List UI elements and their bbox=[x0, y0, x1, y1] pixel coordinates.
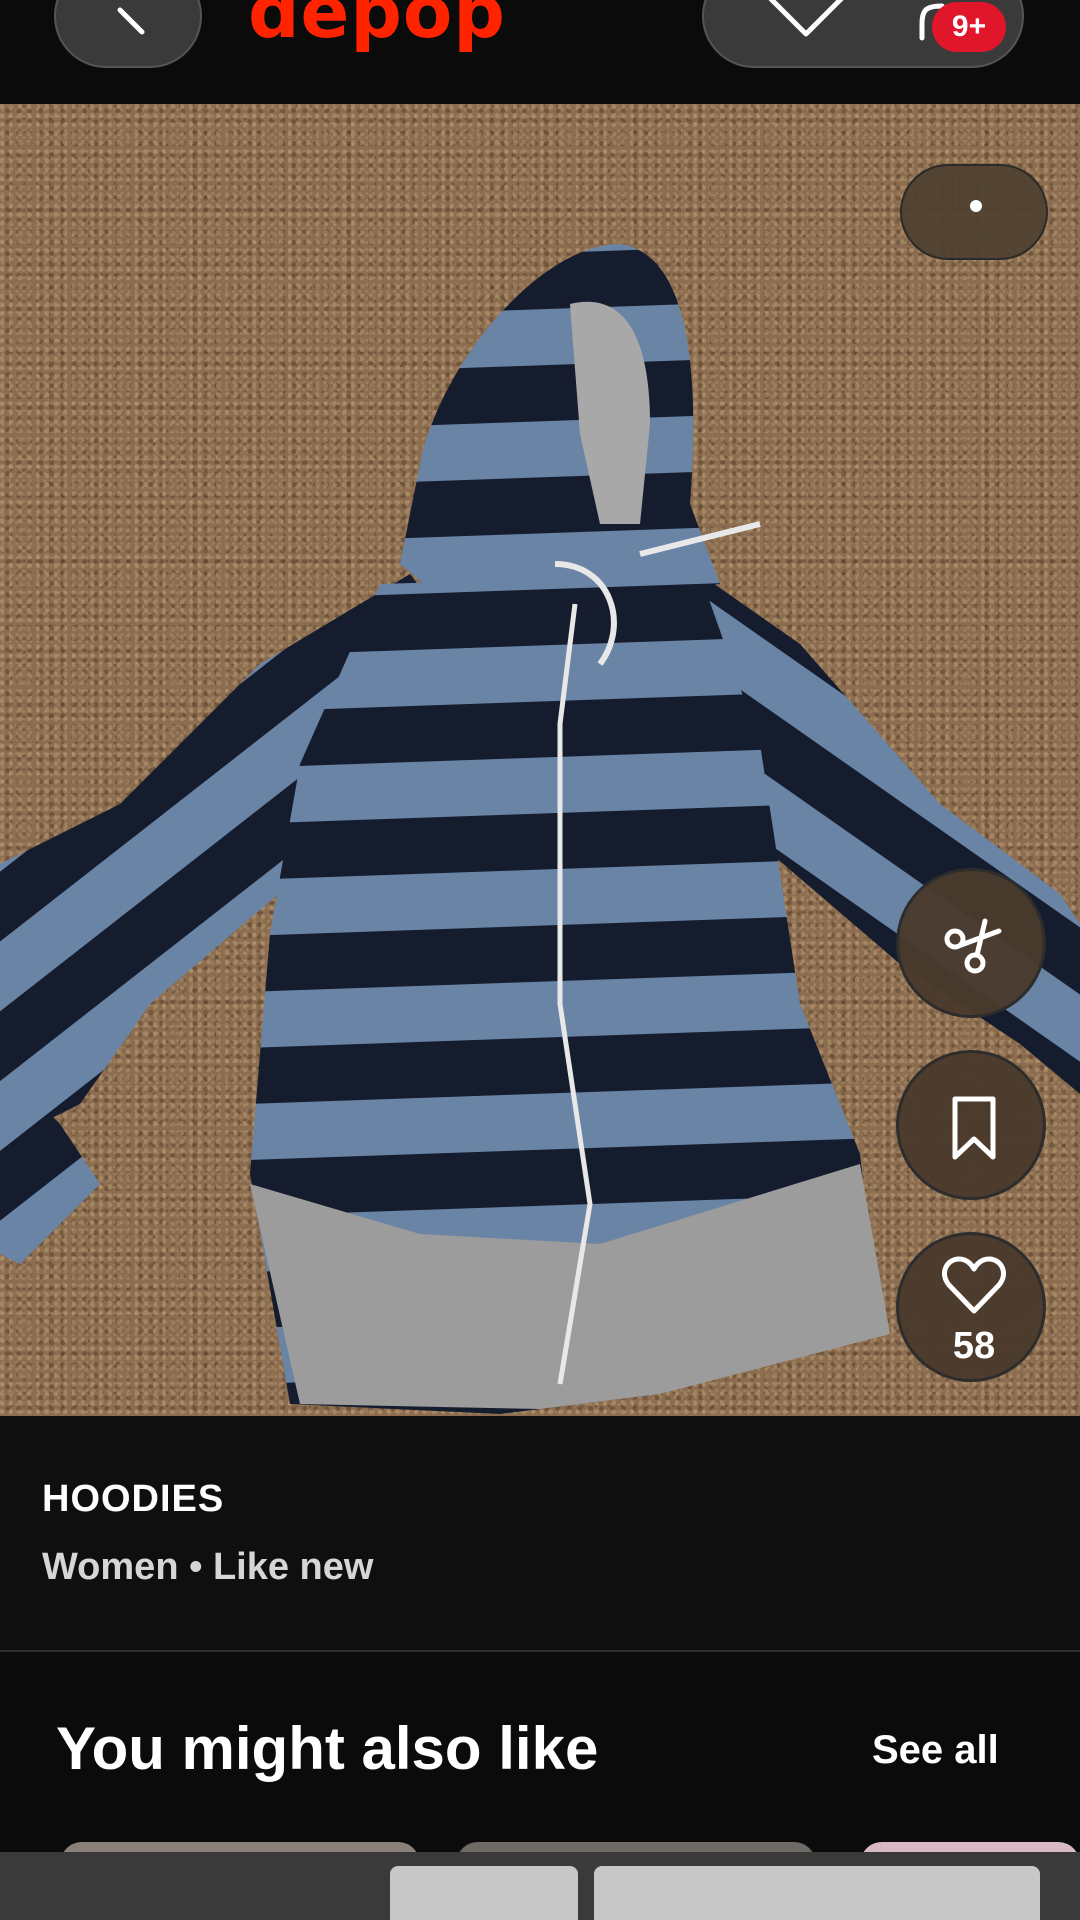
save-button[interactable] bbox=[896, 1050, 1046, 1200]
heart-icon[interactable] bbox=[764, 0, 848, 38]
suggestions-title: You might also like bbox=[56, 1715, 599, 1782]
scissors-icon bbox=[944, 918, 1002, 974]
bottom-bar bbox=[0, 1852, 1080, 1920]
heart-icon bbox=[942, 1256, 1006, 1314]
product-image bbox=[0, 244, 1080, 1414]
more-dots-icon bbox=[970, 200, 982, 212]
top-bar: depop 9+ bbox=[0, 0, 1080, 104]
bookmark-icon bbox=[952, 1096, 996, 1160]
back-button[interactable] bbox=[54, 0, 202, 68]
bottom-bar-segment[interactable] bbox=[594, 1866, 1040, 1920]
bottom-bar-segment[interactable] bbox=[390, 1866, 578, 1920]
chevron-left-icon bbox=[117, 7, 145, 35]
see-all-link[interactable]: See all bbox=[872, 1728, 999, 1773]
product-meta: Women • Like new bbox=[42, 1546, 374, 1588]
suggestions-section: You might also like See all bbox=[0, 1652, 1080, 1872]
header-actions: 9+ bbox=[702, 0, 1024, 68]
cart-badge: 9+ bbox=[932, 2, 1006, 52]
share-button[interactable] bbox=[896, 868, 1046, 1018]
like-count: 58 bbox=[952, 1325, 996, 1367]
like-button[interactable]: 58 bbox=[896, 1232, 1046, 1382]
product-photo[interactable]: 58 bbox=[0, 104, 1080, 1416]
product-category[interactable]: HOODIES bbox=[42, 1478, 224, 1521]
app-logo[interactable]: depop bbox=[248, 0, 506, 54]
product-info: HOODIES Women • Like new bbox=[0, 1416, 1080, 1650]
more-options-button[interactable] bbox=[900, 164, 1048, 260]
